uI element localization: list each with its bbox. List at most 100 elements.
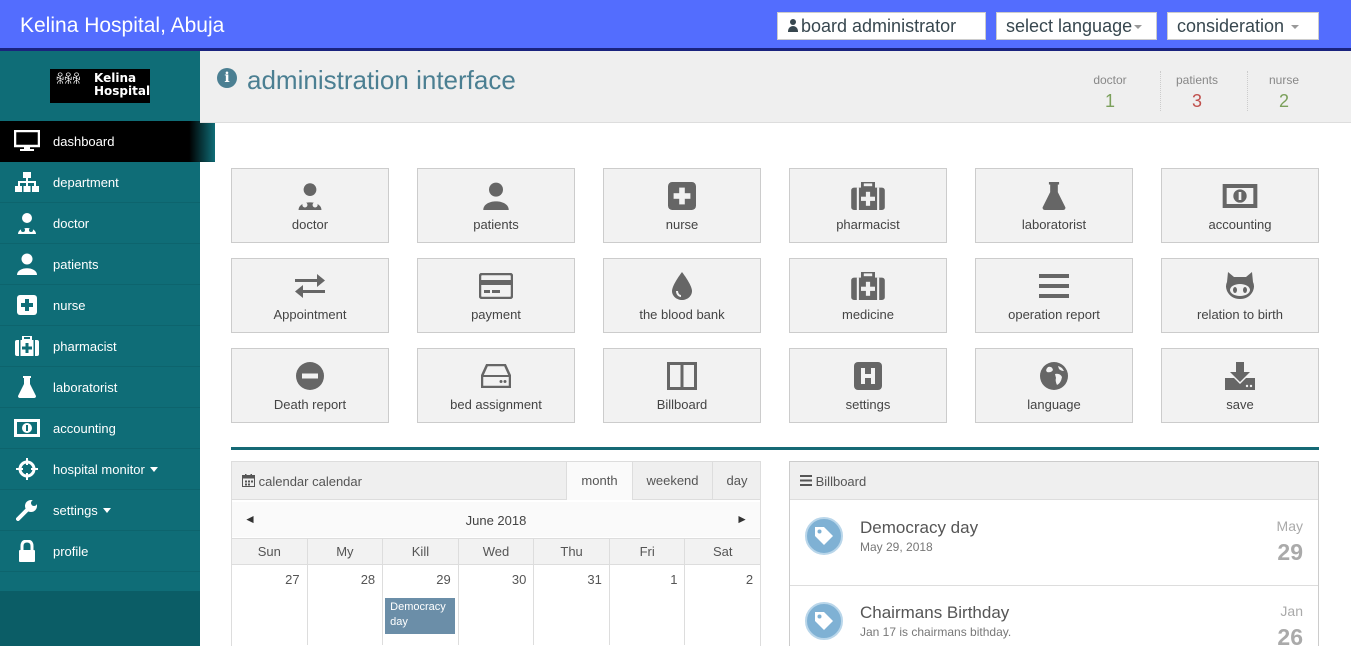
account-dropdown[interactable]: consideration xyxy=(1167,12,1319,40)
sidebar-item-department[interactable]: department xyxy=(0,162,200,203)
sidebar-item-settings[interactable]: settings xyxy=(0,490,200,531)
weekday-label: Thu xyxy=(534,539,610,564)
sidebar-item-dashboard[interactable]: dashboard xyxy=(0,121,215,162)
columns-icon xyxy=(604,361,760,391)
billboard-item-month: May xyxy=(1276,518,1303,534)
calendar-event[interactable]: Democracy day xyxy=(385,598,456,634)
billboard-item-day: 26 xyxy=(1277,624,1303,646)
sidebar-item-profile[interactable]: profile xyxy=(0,531,200,572)
user-menu-button[interactable]: board administrator xyxy=(777,12,986,40)
tile-blood-bank[interactable]: the blood bank xyxy=(603,258,761,333)
stat-value: 2 xyxy=(1278,91,1289,111)
money-icon xyxy=(0,419,53,437)
github-icon xyxy=(1162,271,1318,301)
billboard-item[interactable]: Chairmans Birthday Jan 17 is chairmans b… xyxy=(790,586,1318,646)
sidebar-item-accounting[interactable]: accounting xyxy=(0,408,200,449)
monitor-icon xyxy=(0,130,53,152)
tile-label: accounting xyxy=(1208,217,1272,232)
tile-billboard[interactable]: Billboard xyxy=(603,348,761,423)
tile-death-report[interactable]: Death report xyxy=(231,348,389,423)
tile-nurse[interactable]: nurse xyxy=(603,168,761,243)
tile-relation-to-birth[interactable]: relation to birth xyxy=(1161,258,1319,333)
tag-icon xyxy=(805,602,843,640)
tile-bed-assignment[interactable]: bed assignment xyxy=(417,348,575,423)
weekday-label: Wed xyxy=(459,539,535,564)
logo-people-icon: ꆜꆜꆜ xyxy=(55,73,82,88)
globe-icon xyxy=(976,361,1132,391)
calendar-nav: ◄ June 2018 ► xyxy=(232,502,760,537)
tile-appointment[interactable]: Appointment xyxy=(231,258,389,333)
calendar-title-label: calendar calendar xyxy=(258,474,362,489)
tile-save[interactable]: save xyxy=(1161,348,1319,423)
brand-title[interactable]: Kelina Hospital, Abuja xyxy=(20,14,224,38)
account-dropdown-label: consideration xyxy=(1177,16,1285,36)
tab-month[interactable]: month xyxy=(566,462,632,500)
tile-language[interactable]: language xyxy=(975,348,1133,423)
billboard-item-month: Jan xyxy=(1280,603,1303,619)
tile-settings[interactable]: settings xyxy=(789,348,947,423)
calendar-day-cell[interactable]: 1 xyxy=(610,565,686,645)
stat-value: 3 xyxy=(1191,91,1202,111)
sitemap-icon xyxy=(0,172,53,192)
calendar-day-cell[interactable]: 27 xyxy=(232,565,308,645)
tile-medicine[interactable]: medicine xyxy=(789,258,947,333)
sidebar-item-label: patients xyxy=(53,256,99,272)
next-month-button[interactable]: ► xyxy=(736,512,748,526)
medkit-icon xyxy=(0,336,53,356)
calendar-weekday-row: Sun My Kill Wed Thu Fri Sat xyxy=(232,538,760,565)
sidebar-item-doctor[interactable]: doctor xyxy=(0,203,200,244)
billboard-title-label: Billboard xyxy=(815,474,867,489)
tile-patients[interactable]: patients xyxy=(417,168,575,243)
billboard-item-date: May 29, 2018 xyxy=(860,540,933,554)
sidebar-nav: dashboard department doctor patients nur… xyxy=(0,121,215,572)
tile-label: save xyxy=(1226,397,1254,412)
flask-icon xyxy=(0,376,53,398)
sidebar-item-label: dashboard xyxy=(53,133,115,149)
weekday-label: Sat xyxy=(713,544,733,559)
tile-label: pharmacist xyxy=(836,217,900,232)
sidebar-item-nurse[interactable]: nurse xyxy=(0,285,200,326)
language-dropdown[interactable]: select language xyxy=(996,12,1157,40)
user-md-icon xyxy=(232,181,388,211)
tile-payment[interactable]: payment xyxy=(417,258,575,333)
sidebar-item-laboratorist[interactable]: laboratorist xyxy=(0,367,200,408)
calendar-day-cell[interactable]: 2 xyxy=(685,565,760,645)
billboard-panel: Billboard Democracy day May 29, 2018 May… xyxy=(789,461,1319,646)
billboard-title: Billboard xyxy=(800,474,866,489)
medkit-icon xyxy=(790,271,946,301)
tile-doctor[interactable]: doctor xyxy=(231,168,389,243)
tile-laboratorist[interactable]: laboratorist xyxy=(975,168,1133,243)
wrench-icon xyxy=(0,499,53,521)
weekday-label: Kill xyxy=(383,539,459,564)
tab-day[interactable]: day xyxy=(712,462,761,500)
credit-card-icon xyxy=(418,271,574,301)
calendar-day-cell[interactable]: 31 xyxy=(534,565,610,645)
tile-pharmacist[interactable]: pharmacist xyxy=(789,168,947,243)
sidebar-item-pharmacist[interactable]: pharmacist xyxy=(0,326,200,367)
tile-label: the blood bank xyxy=(639,307,725,322)
billboard-item-day: 29 xyxy=(1277,539,1303,565)
language-dropdown-label: select language xyxy=(1006,16,1133,36)
calendar-panel: calendar calendar month weekend day ◄ Ju… xyxy=(231,461,761,646)
tab-weekend[interactable]: weekend xyxy=(632,462,712,500)
tile-accounting[interactable]: accounting xyxy=(1161,168,1319,243)
sidebar-item-label: settings xyxy=(53,502,98,518)
sidebar-item-patients[interactable]: patients xyxy=(0,244,200,285)
billboard-item[interactable]: Democracy day May 29, 2018 May 29 xyxy=(790,501,1318,586)
calendar-day-cell[interactable]: 28 xyxy=(308,565,384,645)
calendar-day-cell[interactable]: 30 xyxy=(459,565,535,645)
calendar-day-cell[interactable]: 29 Democracy day xyxy=(383,565,459,645)
hospital-logo[interactable]: ꆜꆜꆜ Kelina Hospital xyxy=(50,69,150,103)
section-divider xyxy=(231,447,1319,450)
tile-label: nurse xyxy=(665,217,699,232)
stat-label: patients xyxy=(1175,73,1219,87)
sidebar-item-label: profile xyxy=(53,543,89,559)
billboard-item-date: Jan 17 is chairmans bithday. xyxy=(860,625,1012,639)
sidebar-item-hospital-monitor[interactable]: hospital monitor xyxy=(0,449,200,490)
day-number: 27 xyxy=(285,572,300,587)
tile-operation-report[interactable]: operation report xyxy=(975,258,1133,333)
user-icon xyxy=(0,253,53,275)
flask-icon xyxy=(976,181,1132,211)
stat-patients: patients 3 xyxy=(1154,73,1240,112)
money-icon xyxy=(1162,181,1318,211)
